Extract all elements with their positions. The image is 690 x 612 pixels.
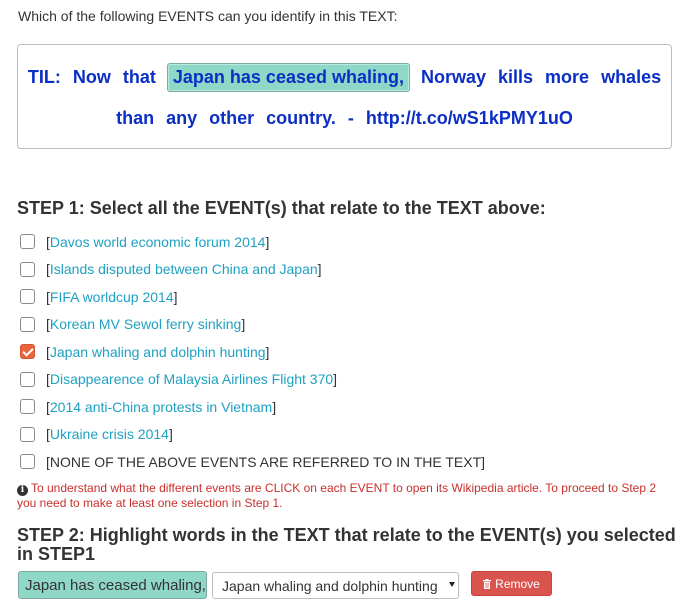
step2-title: STEP 2: Highlight words in the TEXT that… <box>17 525 676 564</box>
bracket-close: ] <box>272 398 277 415</box>
text-word[interactable]: than <box>116 108 154 129</box>
bracket-close: ] <box>265 233 270 250</box>
event-wikipedia-link[interactable]: 2014 anti-China protests in Vietnam <box>50 399 272 415</box>
checkbox[interactable] <box>20 261 35 277</box>
event-wikipedia-link[interactable]: Islands disputed between China and Japan <box>50 261 318 277</box>
event-wikipedia-link[interactable]: Disappearence of Malaysia Airlines Fligh… <box>50 371 333 387</box>
text-word[interactable]: kills <box>498 67 533 88</box>
text-word[interactable]: Now <box>73 67 111 88</box>
remove-button-label: Remove <box>495 576 540 591</box>
info-message: i To understand what the different events… <box>17 481 677 511</box>
bracket-close: ] <box>317 261 322 278</box>
checkbox[interactable] <box>20 371 35 387</box>
highlighted-selection-chip[interactable]: Japan has ceased whaling, <box>18 571 207 599</box>
event-option: [Ukraine crisis 2014 ] <box>20 421 485 449</box>
bracket-close: ] <box>333 371 338 388</box>
text-word[interactable]: Norway <box>421 67 486 88</box>
event-wikipedia-link[interactable]: Davos world economic forum 2014 <box>50 234 266 250</box>
event-option: [Korean MV Sewol ferry sinking ] <box>20 311 485 339</box>
event-option: [FIFA worldcup 2014 ] <box>20 283 485 311</box>
text-word[interactable]: whales <box>601 67 661 88</box>
question-prompt: Which of the following EVENTS can you id… <box>18 8 398 24</box>
step1-title: STEP 1: Select all the EVENT(s) that rel… <box>17 198 546 218</box>
text-word[interactable]: other <box>209 108 254 129</box>
checkbox[interactable] <box>20 234 35 250</box>
bracket-close: ] <box>481 453 486 470</box>
tweet-text-box: TIL: Now that Japan has ceased whaling, Norw… <box>17 44 672 149</box>
checkbox[interactable] <box>20 316 35 332</box>
text-word[interactable]: that <box>123 67 156 88</box>
highlighted-phrase[interactable]: Japan has ceased whaling, <box>166 62 410 92</box>
text-word[interactable]: - <box>348 108 354 129</box>
info-text: To understand what the different events … <box>17 481 657 510</box>
chevron-down-icon <box>449 582 455 587</box>
text-word[interactable]: more <box>545 67 589 88</box>
bracket-close: ] <box>241 316 246 333</box>
checkbox[interactable] <box>20 426 35 442</box>
event-option: [Davos world economic forum 2014] <box>20 228 485 256</box>
info-icon: i <box>17 485 28 496</box>
checkbox[interactable] <box>20 454 35 470</box>
event-wikipedia-link[interactable]: Ukraine crisis 2014 <box>50 426 169 442</box>
text-word[interactable]: http://t.co/wS1kPMY1uO <box>366 108 573 129</box>
text-word[interactable]: country. <box>266 108 336 129</box>
bracket-close: ] <box>265 343 270 360</box>
event-checkbox-list: [Davos world economic forum 2014][Island… <box>20 228 485 476</box>
checkbox[interactable] <box>20 289 35 305</box>
bracket-close: ] <box>173 288 178 305</box>
event-option: [Islands disputed between China and Japa… <box>20 256 485 284</box>
event-wikipedia-link[interactable]: FIFA worldcup 2014 <box>50 289 174 305</box>
event-option: [Disappearence of Malaysia Airlines Flig… <box>20 366 485 394</box>
event-select-value: Japan whaling and dolphin hunting <box>222 577 438 594</box>
event-wikipedia-link[interactable]: Korean MV Sewol ferry sinking <box>50 316 241 332</box>
checkbox[interactable] <box>20 399 35 415</box>
text-line-2: than any other country. - http://t.co/wS1kPMY… <box>18 105 671 131</box>
none-option-label: NONE OF THE ABOVE EVENTS ARE REFERRED TO… <box>49 453 482 470</box>
text-line-1: TIL: Now that Japan has ceased whaling, Norw… <box>18 59 671 95</box>
remove-button[interactable]: Remove <box>471 571 552 596</box>
trash-icon <box>483 578 492 589</box>
bracket-close: ] <box>168 426 173 443</box>
event-select-dropdown[interactable]: Japan whaling and dolphin hunting <box>212 572 459 599</box>
event-option: [Japan whaling and dolphin hunting ] <box>20 338 485 366</box>
event-option: [NONE OF THE ABOVE EVENTS ARE REFERRED T… <box>20 448 485 476</box>
event-wikipedia-link[interactable]: Japan whaling and dolphin hunting <box>50 344 266 360</box>
checkbox-checked[interactable] <box>20 344 35 360</box>
text-word[interactable]: any <box>166 108 197 129</box>
text-word[interactable]: TIL: <box>28 67 61 88</box>
event-option: [2014 anti-China protests in Vietnam ] <box>20 393 485 421</box>
